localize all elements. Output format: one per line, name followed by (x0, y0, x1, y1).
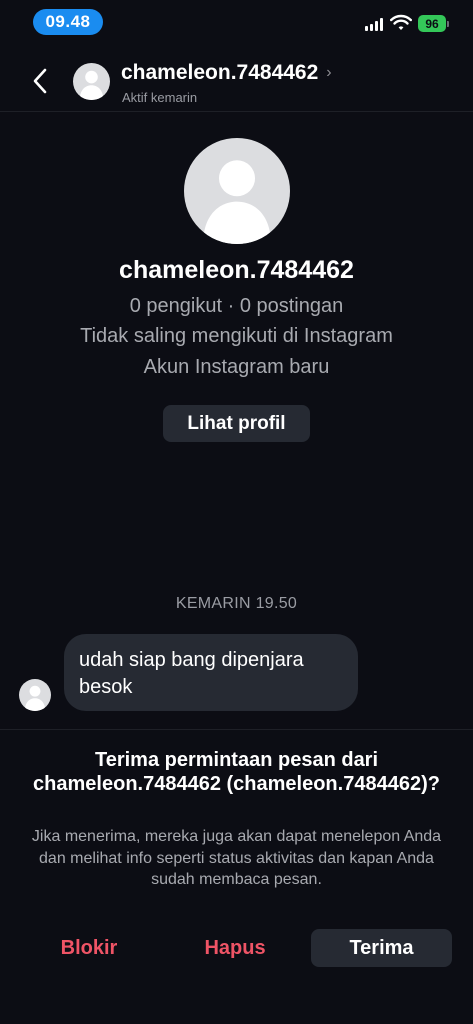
request-title: Terima permintaan pesan dari chameleon.7… (33, 749, 440, 795)
request-description: Jika menerima, mereka juga akan dapat me… (31, 828, 442, 888)
accept-button[interactable]: Terima (311, 929, 452, 967)
back-chevron-icon (33, 68, 47, 94)
profile-username: chameleon.7484462 (119, 256, 354, 284)
chat-header: chameleon.7484462 › Aktif kemarin (0, 50, 473, 112)
message-timestamp: KEMARIN 19.50 (175, 595, 298, 612)
back-button[interactable] (26, 63, 54, 99)
sender-avatar[interactable] (19, 679, 51, 711)
avatar-placeholder-icon (24, 685, 46, 711)
profile-avatar[interactable] (184, 138, 290, 244)
block-button[interactable]: Blokir (20, 929, 158, 967)
header-avatar[interactable] (73, 63, 110, 100)
divider (0, 729, 473, 730)
profile-stats: 0 pengikut · 0 postingan (129, 295, 344, 317)
avatar-placeholder-icon (79, 70, 104, 100)
avatar-placeholder-icon (203, 160, 271, 244)
request-actions: Blokir Hapus Terima (0, 929, 473, 967)
header-title[interactable]: chameleon.7484462 › (121, 61, 332, 85)
battery-icon: 96 (418, 15, 446, 32)
message-bubble[interactable]: udah siap bang dipenjara besok (64, 634, 358, 711)
chevron-right-icon: › (326, 64, 332, 81)
battery-tip (447, 21, 449, 27)
header-username: chameleon.7484462 (121, 61, 319, 84)
status-bar: 09.48 96 (0, 0, 473, 48)
profile-follow-status: Tidak saling mengikuti di Instagram (80, 325, 393, 347)
signal-icon (365, 18, 383, 31)
delete-button[interactable]: Hapus (166, 929, 304, 967)
wifi-icon (390, 14, 412, 30)
profile-account-note: Akun Instagram baru (143, 356, 330, 378)
header-active-status: Aktif kemarin (122, 90, 198, 105)
view-profile-button[interactable]: Lihat profil (163, 405, 310, 442)
status-time: 09.48 (33, 9, 103, 35)
